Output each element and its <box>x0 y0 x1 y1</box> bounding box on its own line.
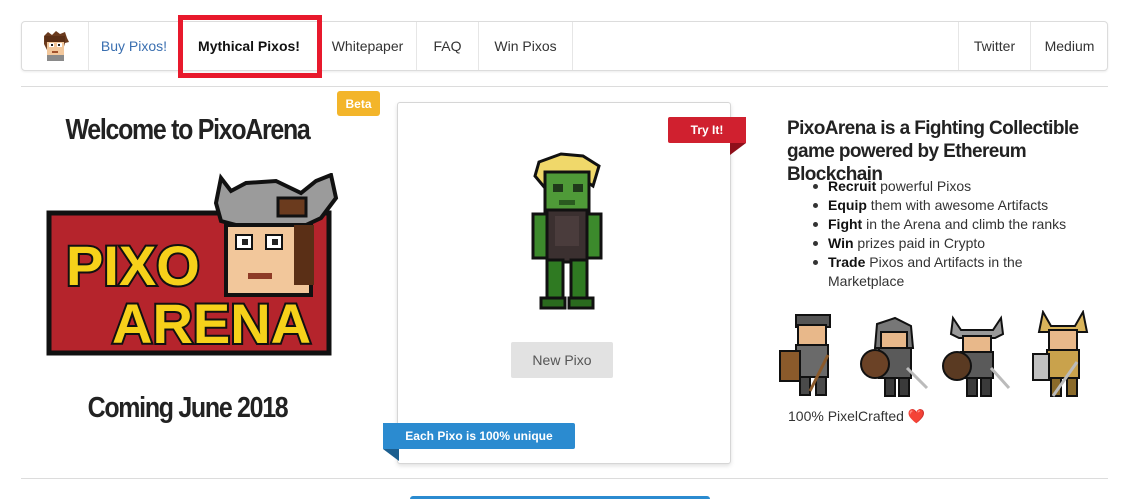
unique-ribbon-fold <box>383 449 399 461</box>
game-headline: PixoArena is a Fighting Collectible game… <box>787 118 1079 185</box>
warrior-sprite <box>860 316 929 397</box>
feature-item: Recruit powerful Pixos <box>810 177 1100 196</box>
warrior-sprite <box>779 314 831 396</box>
try-it-ribbon: Try It! <box>668 117 746 143</box>
beta-badge: Beta <box>337 91 380 116</box>
home-logo-button[interactable] <box>22 22 89 70</box>
feature-item: Equip them with awesome Artifacts <box>810 196 1100 215</box>
feature-item: Fight in the Arena and climb the ranks <box>810 215 1100 234</box>
nav-mythical-pixos[interactable]: Mythical Pixos! <box>180 22 319 70</box>
unique-ribbon: Each Pixo is 100% unique <box>383 423 575 449</box>
top-navbar: Buy Pixos! Mythical Pixos! Whitepaper FA… <box>21 21 1108 71</box>
feature-item: Win prizes paid in Crypto <box>810 234 1100 253</box>
nav-win-pixos[interactable]: Win Pixos <box>479 22 573 70</box>
warrior-sprites <box>779 310 1089 397</box>
warrior-sprite <box>1032 310 1089 397</box>
coming-date-title: Coming June 2018 <box>87 392 289 424</box>
pixoarena-logo: PIXO ARENA <box>46 173 339 357</box>
try-it-ribbon-fold <box>730 143 746 155</box>
welcome-title: Welcome to PixoArena <box>65 114 311 146</box>
nav-twitter[interactable]: Twitter <box>958 22 1030 70</box>
logo-text-arena: ARENA <box>112 292 311 355</box>
nav-buy-pixos[interactable]: Buy Pixos! <box>89 22 180 70</box>
features-list: Recruit powerful Pixos Equip them with a… <box>810 177 1100 291</box>
bottom-divider <box>21 478 1108 479</box>
nav-whitepaper[interactable]: Whitepaper <box>319 22 417 70</box>
pixelcrafted-note: 100% PixelCrafted ❤️ <box>788 408 926 424</box>
warrior-sprite <box>942 315 1011 397</box>
nav-medium[interactable]: Medium <box>1030 22 1108 70</box>
feature-item: Trade Pixos and Artifacts in the Marketp… <box>810 253 1100 291</box>
nav-faq[interactable]: FAQ <box>417 22 479 70</box>
pixo-character-sprite <box>531 152 603 310</box>
top-divider <box>21 86 1108 87</box>
pixo-avatar-icon <box>44 31 69 61</box>
new-pixo-button[interactable]: New Pixo <box>511 342 613 378</box>
heart-icon: ❤️ <box>907 408 926 424</box>
logo-text-pixo: PIXO <box>66 234 200 297</box>
